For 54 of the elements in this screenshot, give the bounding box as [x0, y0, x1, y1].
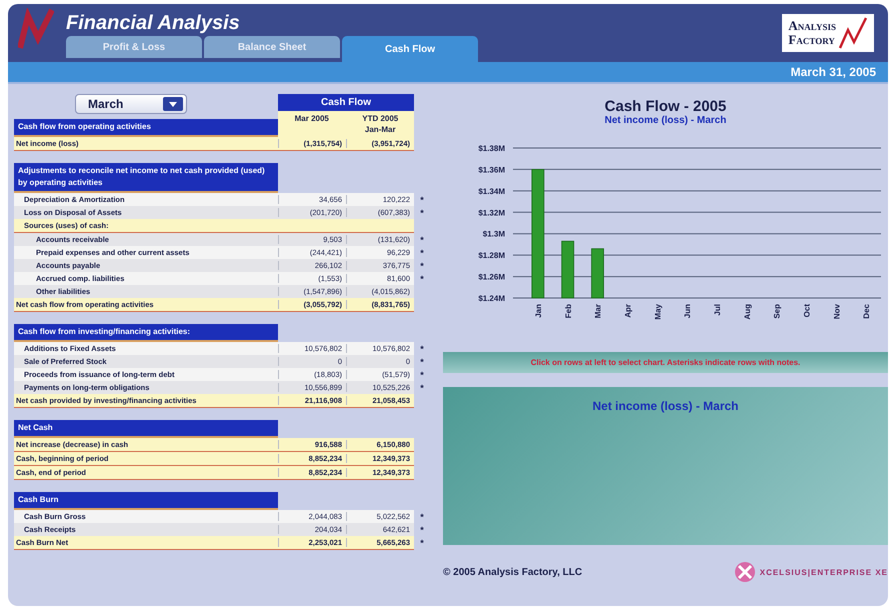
- note-asterisk: *: [419, 260, 425, 270]
- y-axis-label: $1.38M: [478, 144, 505, 153]
- x-axis-label: Apr: [623, 304, 632, 318]
- y-axis-label: $1.3M: [482, 230, 505, 239]
- note-asterisk: *: [419, 356, 425, 366]
- section-header: Cash Burn: [14, 492, 278, 510]
- x-axis-label: Nov: [832, 304, 842, 320]
- chart-title: Cash Flow - 2005: [604, 98, 726, 115]
- x-axis-label: May: [653, 304, 662, 320]
- section-header: Net Cash: [14, 420, 278, 438]
- note-asterisk: *: [419, 234, 425, 244]
- x-axis-label: Sep: [772, 304, 782, 319]
- x-axis-label: Jan: [534, 304, 543, 318]
- month-dropdown[interactable]: March: [75, 94, 187, 114]
- x-axis-label: Dec: [862, 304, 872, 319]
- column-header: YTD 2005 Jan-Mar: [361, 113, 400, 136]
- column-group-header: Cash Flow: [278, 94, 414, 111]
- y-axis-label: $1.26M: [478, 272, 505, 282]
- section-header: Adjustments to reconcile net income to net cash provided (used) by operating activities: [14, 163, 278, 193]
- note-asterisk: *: [419, 274, 425, 284]
- chart-subtitle: Net income (loss) - March: [604, 115, 726, 126]
- y-axis-label: $1.36M: [478, 165, 505, 174]
- logo-text: Factory: [788, 33, 836, 47]
- brand-text: XCELSIUS|ENTERPRISE XE: [760, 568, 888, 576]
- note-asterisk: *: [419, 382, 425, 392]
- hint-text: Click on rows at left to select chart. Asterisks indicate rows with notes.: [530, 358, 800, 367]
- note-asterisk: *: [419, 208, 425, 218]
- x-axis-label: Mar: [594, 304, 603, 318]
- y-axis-label: $1.32M: [478, 208, 505, 218]
- app-title: Financial Analysis: [66, 12, 241, 35]
- y-axis-label: $1.28M: [478, 251, 505, 260]
- section-header: Cash flow from operating activities: [14, 119, 278, 137]
- column-header: Mar 2005: [294, 113, 330, 125]
- x-axis-label: Jul: [712, 304, 722, 316]
- section-header: Cash flow from investing/financing activities:: [14, 324, 278, 342]
- x-axis-label: Oct: [802, 304, 812, 318]
- x-axis-label: Jun: [683, 304, 692, 318]
- note-asterisk: *: [419, 344, 425, 354]
- y-axis-label: $1.34M: [478, 186, 505, 196]
- y-axis-label: $1.24M: [478, 294, 505, 303]
- copyright-text: © 2005 Analysis Factory, LLC: [443, 566, 582, 578]
- bar: [561, 240, 574, 298]
- note-asterisk: *: [419, 248, 425, 258]
- note-asterisk: *: [419, 524, 425, 534]
- note-asterisk: *: [419, 538, 425, 548]
- logo-text: Analysis: [788, 19, 836, 33]
- notes-title: Net income (loss) - March: [592, 399, 739, 413]
- note-asterisk: *: [419, 512, 425, 522]
- note-asterisk: *: [419, 194, 425, 204]
- bar: [591, 248, 604, 298]
- x-axis-label: Feb: [564, 304, 573, 318]
- report-date: March 31, 2005: [790, 65, 876, 79]
- note-asterisk: *: [419, 370, 425, 380]
- x-axis-label: Aug: [742, 304, 752, 320]
